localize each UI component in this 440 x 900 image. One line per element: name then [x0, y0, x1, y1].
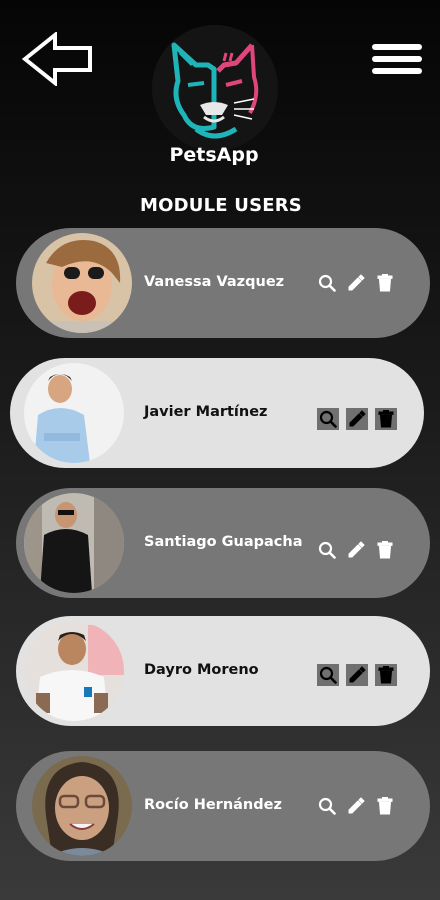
user-card-javier-martinez[interactable]: Javier Martínez	[10, 358, 424, 468]
edit-user-button[interactable]	[346, 408, 368, 430]
view-user-button[interactable]	[316, 272, 338, 294]
edit-icon	[348, 274, 365, 291]
delete-user-button[interactable]	[374, 539, 396, 561]
user-card-dayro-moreno[interactable]: Dayro Moreno	[16, 616, 430, 726]
delete-icon	[377, 541, 393, 559]
app-logo	[152, 25, 278, 151]
avatar	[32, 233, 132, 333]
delete-icon	[378, 666, 394, 684]
user-actions	[316, 539, 396, 561]
user-name: Dayro Moreno	[144, 662, 259, 678]
edit-user-button[interactable]	[345, 539, 367, 561]
page-title: MODULE USERS	[140, 195, 302, 216]
avatar	[24, 493, 124, 593]
user-actions	[317, 664, 397, 686]
user-card-rocio-hernandez[interactable]: Rocío Hernández	[16, 751, 430, 861]
delete-icon	[377, 797, 393, 815]
delete-user-button[interactable]	[374, 795, 396, 817]
user-actions	[316, 795, 396, 817]
view-user-button[interactable]	[316, 795, 338, 817]
avatar	[32, 756, 132, 856]
search-icon	[319, 666, 337, 684]
delete-user-button[interactable]	[375, 664, 397, 686]
view-user-button[interactable]	[317, 664, 339, 686]
user-card-vanessa-vazquez[interactable]: Vanessa Vazquez	[16, 228, 430, 338]
hamburger-menu-icon	[372, 44, 422, 50]
edit-user-button[interactable]	[345, 795, 367, 817]
edit-icon	[349, 410, 366, 427]
search-icon	[318, 541, 336, 559]
edit-user-button[interactable]	[346, 664, 368, 686]
app-name: PetsApp	[169, 144, 259, 166]
search-icon	[318, 797, 336, 815]
avatar	[24, 363, 124, 463]
delete-user-button[interactable]	[375, 408, 397, 430]
back-button[interactable]	[21, 30, 94, 88]
edit-icon	[349, 666, 366, 683]
avatar	[24, 621, 124, 721]
view-user-button[interactable]	[317, 408, 339, 430]
delete-user-button[interactable]	[374, 272, 396, 294]
delete-icon	[377, 274, 393, 292]
view-user-button[interactable]	[316, 539, 338, 561]
edit-user-button[interactable]	[345, 272, 367, 294]
user-card-santiago-guapacha[interactable]: Santiago Guapacha	[16, 488, 430, 598]
user-actions	[316, 272, 396, 294]
user-name: Javier Martínez	[144, 404, 268, 420]
delete-icon	[378, 410, 394, 428]
menu-button[interactable]	[372, 44, 422, 78]
user-name: Vanessa Vazquez	[144, 274, 285, 290]
user-name: Rocío Hernández	[144, 797, 282, 813]
back-arrow-icon	[21, 30, 92, 88]
search-icon	[319, 410, 337, 428]
user-name: Santiago Guapacha	[144, 534, 303, 550]
bulldog-logo-icon	[152, 25, 278, 151]
edit-icon	[348, 541, 365, 558]
user-actions	[317, 408, 397, 430]
search-icon	[318, 274, 336, 292]
edit-icon	[348, 797, 365, 814]
